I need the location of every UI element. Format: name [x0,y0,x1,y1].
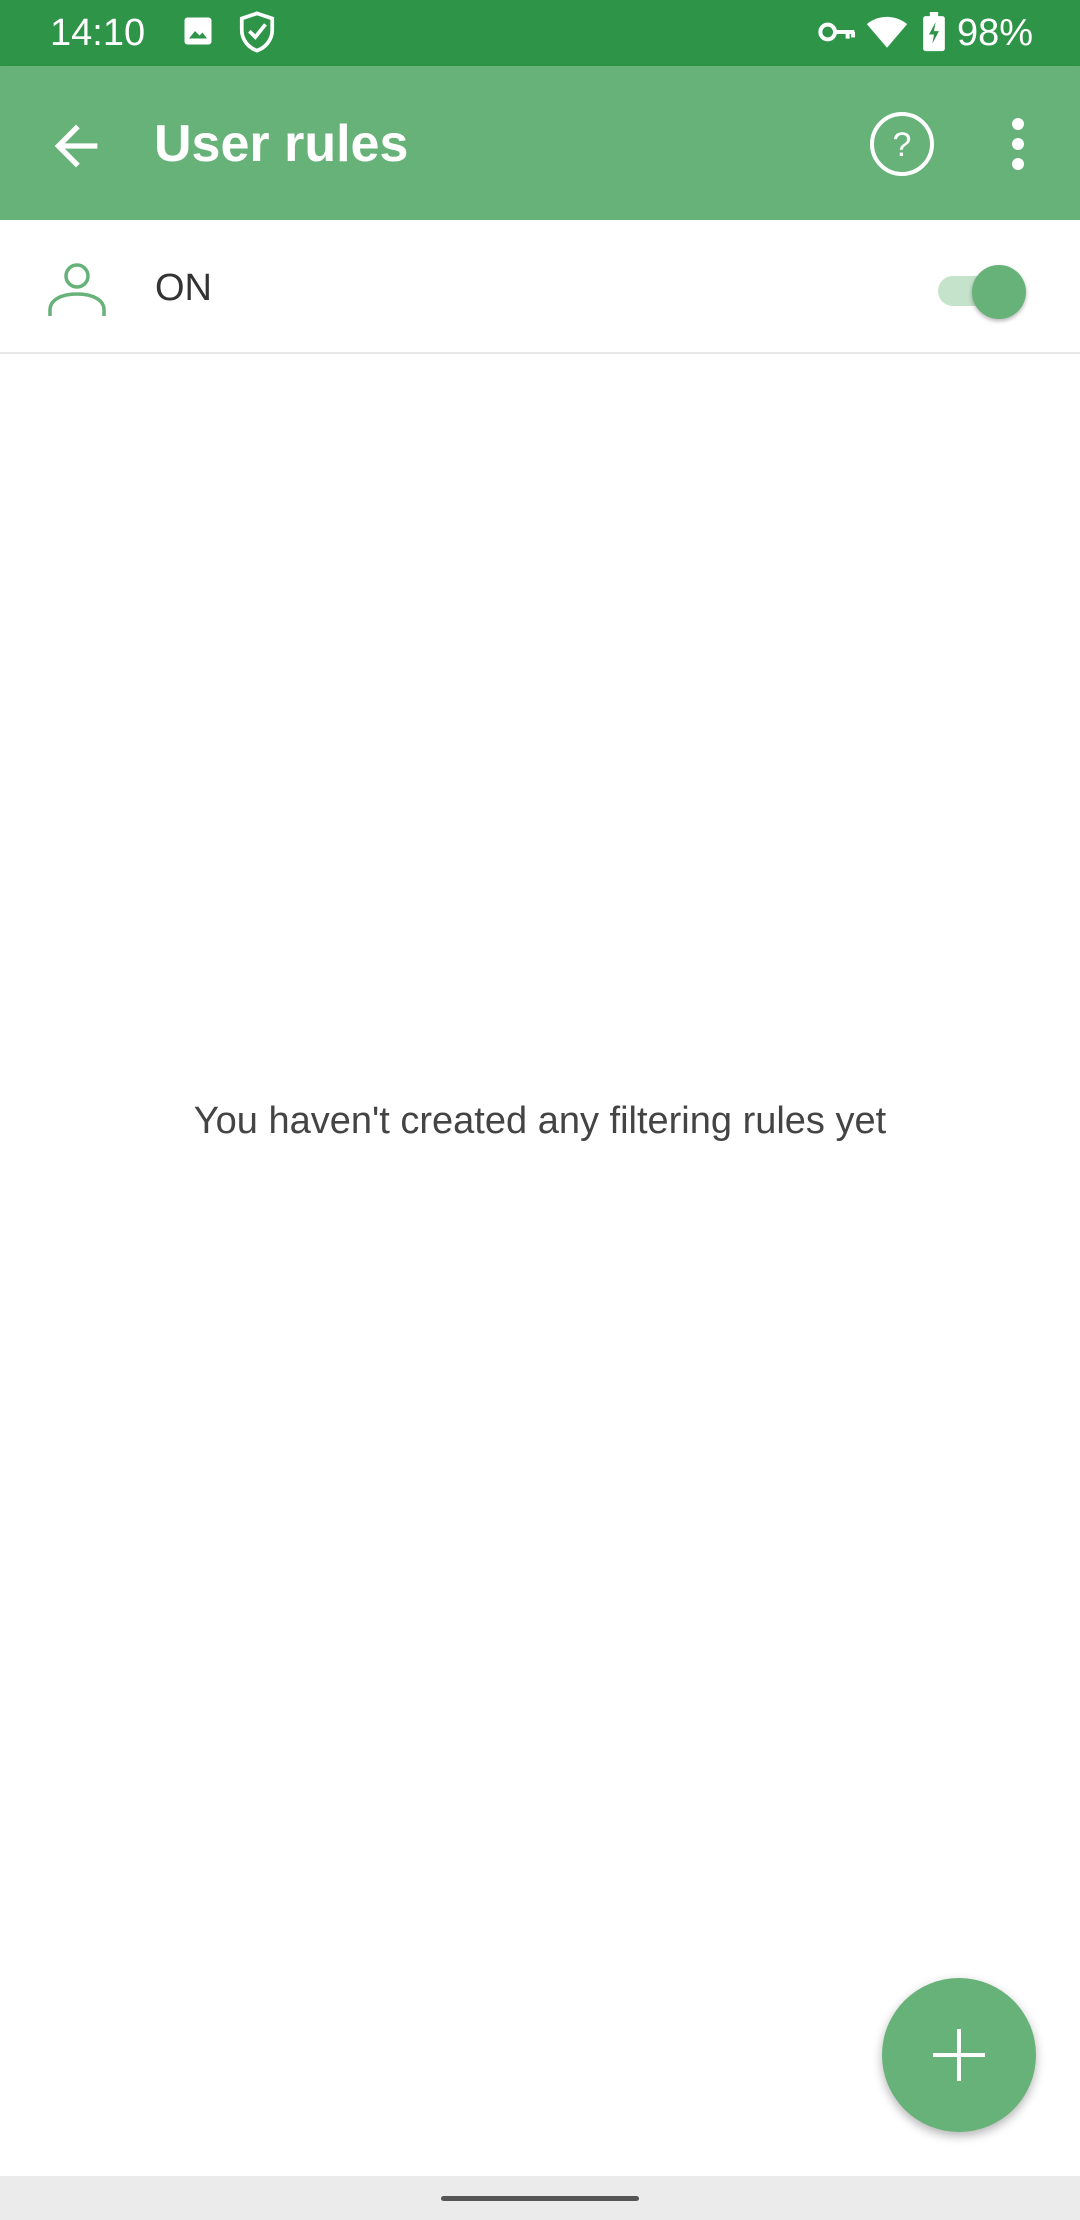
status-time: 14:10 [50,12,146,54]
app-bar: User rules ? [0,66,1080,220]
battery-percent: 98% [957,12,1034,54]
empty-state-message: You haven't created any filtering rules … [193,1100,887,1142]
user-icon [46,258,108,320]
more-options-button[interactable] [990,110,1046,178]
arrow-back-icon [54,124,98,168]
status-bar: 14:10 98% [0,0,1080,66]
toggle-state-label: ON [155,267,212,309]
switch-thumb [972,265,1026,319]
user-rules-toggle-row[interactable]: ON [0,220,1080,354]
battery-charging-icon [922,12,946,57]
adguard-shield-icon [236,10,278,59]
navigation-bar [0,2176,1080,2220]
vpn-key-icon [817,16,857,53]
back-button[interactable] [44,114,108,178]
more-vertical-icon [1012,118,1024,170]
user-rules-switch[interactable] [936,258,1028,322]
add-rule-button[interactable] [882,1978,1036,2132]
svg-text:?: ? [893,126,912,164]
wifi-icon [866,14,908,55]
help-button[interactable]: ? [868,110,936,178]
image-icon [180,13,216,54]
help-circle-icon: ? [870,112,934,176]
plus-icon [933,2029,985,2081]
page-title: User rules [154,115,409,173]
home-gesture-handle[interactable] [441,2196,639,2201]
